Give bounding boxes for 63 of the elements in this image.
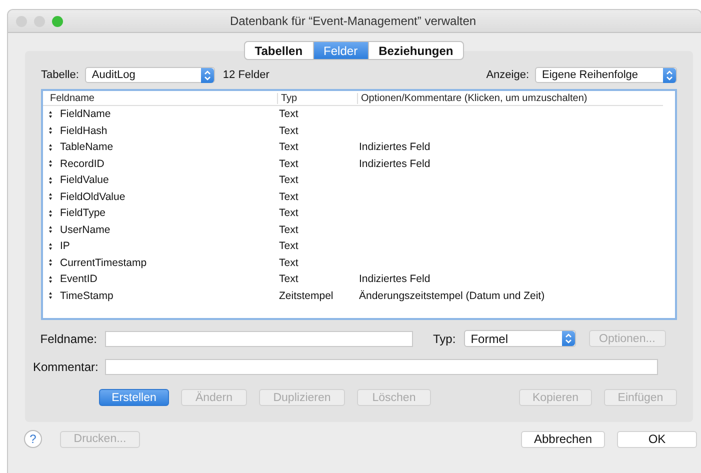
table-cell-text: Text bbox=[279, 158, 300, 170]
drag-handle-icon[interactable] bbox=[49, 110, 52, 118]
table-cell-text: Indiziertes Feld bbox=[359, 141, 432, 154]
table-cell-text: Text bbox=[279, 141, 300, 154]
table-cell-text: Indiziertes Feld bbox=[359, 158, 432, 170]
drag-handle-icon[interactable] bbox=[49, 226, 52, 234]
table-cell-text: Text bbox=[279, 256, 300, 269]
view-select[interactable]: Eigene Reihenfolge bbox=[535, 67, 677, 83]
table-cell-text: Text bbox=[279, 240, 300, 252]
field-count: 12 Felder bbox=[222, 69, 270, 81]
drag-handle-icon[interactable] bbox=[49, 276, 52, 283]
name-label: Feldname: bbox=[39, 332, 97, 346]
table-cell-text: Indiziertes Feld bbox=[359, 273, 432, 286]
dialog-button[interactable]: Abbrechen bbox=[521, 430, 605, 448]
table-cell-text: Text bbox=[279, 190, 300, 203]
drag-handle-icon[interactable] bbox=[49, 176, 52, 184]
table-cell: UserName bbox=[60, 224, 110, 236]
name-field[interactable] bbox=[105, 330, 413, 346]
table-cell-text: Text bbox=[279, 207, 300, 220]
table-cell-text: Text bbox=[279, 174, 300, 186]
stepper-icon bbox=[562, 331, 575, 346]
table-cell: RecordID bbox=[60, 158, 104, 170]
table-select[interactable]: AuditLog bbox=[84, 67, 215, 83]
dialog-button[interactable]: OK bbox=[617, 430, 697, 448]
drag-handle-icon[interactable] bbox=[49, 160, 52, 168]
table-cell-text: Änderungszeitstempel (Datum und Zeit) bbox=[359, 290, 546, 302]
stepper-icon bbox=[200, 68, 214, 82]
help-button[interactable]: ? bbox=[24, 430, 42, 448]
table-cell: FieldValue bbox=[60, 174, 109, 186]
stepper-icon bbox=[663, 68, 676, 82]
drag-handle-icon[interactable] bbox=[49, 242, 52, 250]
comment-field[interactable] bbox=[105, 359, 658, 375]
table-cell: CurrentTimestamp bbox=[60, 256, 147, 269]
table-cell: TimeStamp bbox=[60, 290, 114, 302]
type-select[interactable]: Formel bbox=[464, 330, 576, 347]
table-cell-text: Text bbox=[279, 108, 300, 120]
view-label: Anzeige: bbox=[486, 69, 529, 81]
table-label: Tabelle: bbox=[41, 69, 79, 81]
column-header[interactable]: Typ bbox=[277, 92, 357, 104]
drag-handle-icon[interactable] bbox=[49, 144, 52, 151]
drag-handle-icon[interactable] bbox=[49, 210, 52, 217]
table-cell: FieldHash bbox=[60, 124, 108, 137]
table-cell: FieldType bbox=[60, 207, 106, 220]
column-header[interactable]: Feldname bbox=[47, 92, 277, 104]
table-cell: EventID bbox=[60, 273, 98, 286]
table-cell: IP bbox=[60, 240, 70, 252]
drag-handle-icon[interactable] bbox=[49, 259, 52, 266]
table-cell-text: Zeitstempel bbox=[279, 290, 334, 302]
comment-label: Kommentar: bbox=[33, 360, 97, 374]
column-header[interactable]: Optionen/Kommentare (Klicken, um umzuschalten) bbox=[357, 92, 663, 104]
drag-handle-icon[interactable] bbox=[49, 127, 52, 134]
table-cell-text: Text bbox=[279, 273, 300, 286]
table-cell: TableName bbox=[60, 141, 114, 154]
drag-handle-icon[interactable] bbox=[49, 193, 52, 200]
table-cell-text: Text bbox=[279, 224, 300, 236]
type-label: Typ: bbox=[433, 332, 456, 346]
tab[interactable]: Beziehungen bbox=[368, 41, 464, 60]
drag-handle-icon[interactable] bbox=[49, 292, 52, 300]
window-title: Datenbank für “Event-Management” verwalten bbox=[228, 14, 478, 28]
tab[interactable]: Tabellen bbox=[244, 41, 314, 60]
table-cell-text: Text bbox=[279, 124, 300, 137]
table-cell: FieldName bbox=[60, 108, 111, 120]
table-cell: FieldOldValue bbox=[60, 190, 126, 203]
